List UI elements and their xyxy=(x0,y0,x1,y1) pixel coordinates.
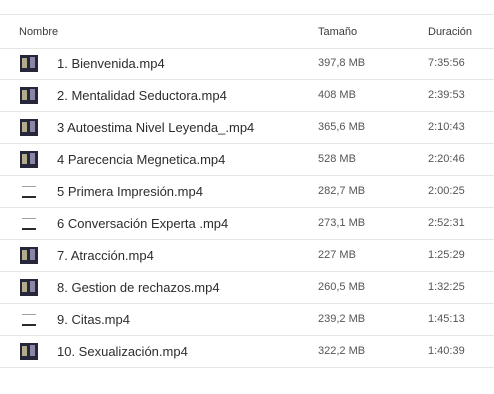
column-header-name[interactable]: Nombre xyxy=(19,26,58,38)
video-thumbnail-icon xyxy=(20,87,38,104)
file-name[interactable]: 3 Autoestima Nivel Leyenda_.mp4 xyxy=(57,120,254,135)
file-size: 528 MB xyxy=(318,153,356,165)
file-name[interactable]: 9. Citas.mp4 xyxy=(57,312,130,327)
file-row[interactable]: 7. Atracción.mp4 227 MB 1:25:29 xyxy=(0,240,494,272)
file-row[interactable]: 5 Primera Impresión.mp4 282,7 MB 2:00:25 xyxy=(0,176,494,208)
file-duration: 2:10:43 xyxy=(428,121,465,133)
file-size: 365,6 MB xyxy=(318,121,366,133)
file-duration: 1:40:39 xyxy=(428,345,465,357)
file-duration: 2:52:31 xyxy=(428,217,465,229)
video-thumbnail-icon xyxy=(20,279,38,296)
file-name[interactable]: 2. Mentalidad Seductora.mp4 xyxy=(57,88,227,103)
video-thumbnail-icon xyxy=(20,343,38,360)
file-size: 282,7 MB xyxy=(318,185,366,197)
file-duration: 2:20:46 xyxy=(428,153,465,165)
column-header-row: Nombre Tamaño Duración xyxy=(0,15,494,49)
file-name[interactable]: 6 Conversación Experta .mp4 xyxy=(57,216,228,231)
video-thumbnail-icon xyxy=(20,215,38,232)
file-size: 239,2 MB xyxy=(318,313,366,325)
file-name[interactable]: 10. Sexualización.mp4 xyxy=(57,344,188,359)
file-size: 260,5 MB xyxy=(318,281,366,293)
file-row[interactable]: 3 Autoestima Nivel Leyenda_.mp4 365,6 MB… xyxy=(0,112,494,144)
file-duration: 1:32:25 xyxy=(428,281,465,293)
video-thumbnail-icon xyxy=(20,311,38,328)
file-row[interactable]: 2. Mentalidad Seductora.mp4 408 MB 2:39:… xyxy=(0,80,494,112)
file-row[interactable]: 4 Parecencia Megnetica.mp4 528 MB 2:20:4… xyxy=(0,144,494,176)
file-row[interactable]: 1. Bienvenida.mp4 397,8 MB 7:35:56 xyxy=(0,48,494,80)
file-rows: 1. Bienvenida.mp4 397,8 MB 7:35:56 2. Me… xyxy=(0,48,494,368)
file-row[interactable]: 8. Gestion de rechazos.mp4 260,5 MB 1:32… xyxy=(0,272,494,304)
file-size: 227 MB xyxy=(318,249,356,261)
file-duration: 7:35:56 xyxy=(428,57,465,69)
file-row[interactable]: 6 Conversación Experta .mp4 273,1 MB 2:5… xyxy=(0,208,494,240)
file-size: 322,2 MB xyxy=(318,345,366,357)
file-size: 397,8 MB xyxy=(318,57,366,69)
file-duration: 2:39:53 xyxy=(428,89,465,101)
file-duration: 1:25:29 xyxy=(428,249,465,261)
column-header-duration[interactable]: Duración xyxy=(428,26,472,38)
file-name[interactable]: 1. Bienvenida.mp4 xyxy=(57,56,165,71)
video-thumbnail-icon xyxy=(20,247,38,264)
file-size: 273,1 MB xyxy=(318,217,366,229)
file-row[interactable]: 9. Citas.mp4 239,2 MB 1:45:13 xyxy=(0,304,494,336)
file-size: 408 MB xyxy=(318,89,356,101)
file-name[interactable]: 5 Primera Impresión.mp4 xyxy=(57,184,203,199)
file-name[interactable]: 4 Parecencia Megnetica.mp4 xyxy=(57,152,225,167)
video-thumbnail-icon xyxy=(20,151,38,168)
video-thumbnail-icon xyxy=(20,55,38,72)
file-name[interactable]: 7. Atracción.mp4 xyxy=(57,248,154,263)
file-row[interactable]: 10. Sexualización.mp4 322,2 MB 1:40:39 xyxy=(0,336,494,368)
video-thumbnail-icon xyxy=(20,119,38,136)
file-duration: 1:45:13 xyxy=(428,313,465,325)
file-name[interactable]: 8. Gestion de rechazos.mp4 xyxy=(57,280,220,295)
video-thumbnail-icon xyxy=(20,183,38,200)
file-list-view: Nombre Tamaño Duración 1. Bienvenida.mp4… xyxy=(0,0,494,394)
file-duration: 2:00:25 xyxy=(428,185,465,197)
column-header-size[interactable]: Tamaño xyxy=(318,26,357,38)
